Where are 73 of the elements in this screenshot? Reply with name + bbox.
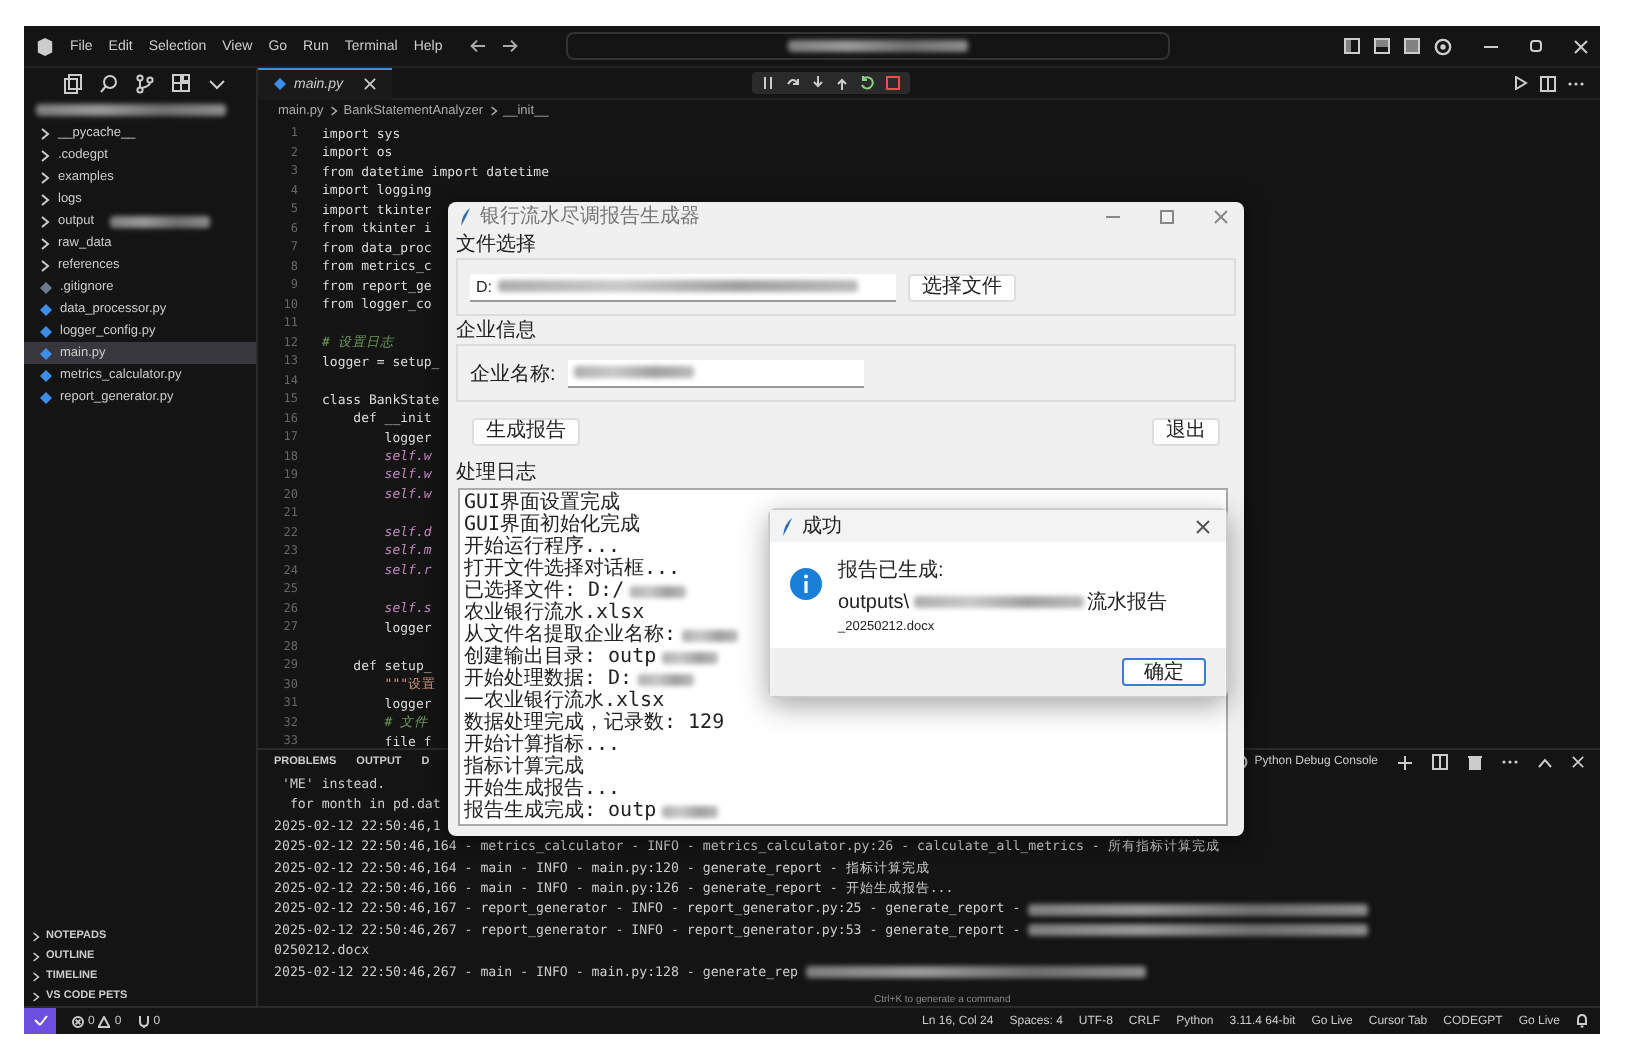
restore-icon[interactable]: [1530, 40, 1542, 52]
log-line: 开始生成报告...: [464, 778, 621, 800]
files-icon[interactable]: [64, 73, 82, 93]
generate-report-button[interactable]: 生成报告: [472, 418, 580, 446]
pause-icon[interactable]: [761, 76, 774, 90]
blurred-text: [662, 651, 719, 663]
log-line: 指标计算完成: [464, 756, 584, 778]
step-into-icon[interactable]: [811, 76, 824, 90]
log-line: 一农业银行流水.xlsx: [464, 690, 665, 712]
step-over-icon[interactable]: [785, 76, 800, 90]
log-line: 已选择文件: D:/: [464, 580, 625, 602]
restart-icon[interactable]: [859, 76, 874, 90]
remote-button[interactable]: [24, 1008, 56, 1034]
file-path-text: 流水报告: [1087, 589, 1168, 616]
chevron-right-icon: [489, 106, 497, 116]
split-editor-icon[interactable]: [1540, 75, 1556, 91]
log-line: 农业银行流水.xlsx: [464, 602, 645, 624]
ports-icon: [137, 1015, 150, 1027]
group-label: 处理日志: [456, 462, 536, 486]
group-label: 企业信息: [456, 320, 536, 344]
search-field[interactable]: [566, 32, 1171, 60]
chevron-up-icon[interactable]: [1538, 757, 1552, 768]
bell-icon[interactable]: [1576, 1014, 1588, 1028]
trash-icon[interactable]: [1468, 754, 1482, 771]
error-icon: [72, 1015, 84, 1027]
more-icon[interactable]: [1502, 760, 1518, 765]
run-icon[interactable]: [1514, 76, 1528, 90]
blurred-text: [662, 805, 719, 817]
step-out-icon[interactable]: [835, 76, 848, 90]
close-icon[interactable]: [1196, 519, 1210, 533]
chevron-right-icon: [329, 106, 338, 116]
feather-icon: [460, 207, 472, 225]
blurred-text: [638, 673, 695, 685]
choose-file-button[interactable]: 选择文件: [908, 273, 1016, 301]
warning-icon: [98, 1015, 111, 1027]
layout-icon[interactable]: [1344, 38, 1360, 54]
log-line: 打开文件选择对话框...: [464, 558, 681, 580]
log-line: 开始处理数据: D:: [464, 668, 633, 690]
python-file-icon: [274, 78, 286, 90]
log-line: GUI界面设置完成: [464, 492, 621, 514]
search-icon[interactable]: [100, 73, 118, 93]
log-line: GUI界面初始化完成: [464, 514, 641, 536]
feather-icon: [782, 517, 794, 535]
stop-icon[interactable]: [885, 76, 900, 90]
dialog-message: 报告已生成:: [838, 557, 944, 584]
ok-button[interactable]: 确定: [1122, 658, 1206, 686]
split-icon[interactable]: [1432, 754, 1448, 771]
forward-arrow-icon[interactable]: [502, 38, 519, 54]
dialog-title: 成功: [802, 513, 842, 540]
log-line: 数据处理完成，记录数: 129: [464, 712, 725, 734]
company-name-field[interactable]: [567, 359, 864, 387]
remote-icon: [33, 1014, 47, 1028]
back-arrow-icon[interactable]: [470, 38, 487, 54]
add-icon[interactable]: [1398, 755, 1412, 770]
settings-icon[interactable]: [1434, 37, 1452, 55]
app-logo-icon: [36, 37, 54, 55]
log-line: 从文件名提取企业名称:: [464, 624, 677, 646]
maximize-icon[interactable]: [1160, 209, 1174, 223]
log-line: 创建输出目录: outp: [464, 646, 657, 668]
info-icon: [790, 568, 822, 600]
group-label: 文件选择: [456, 234, 536, 258]
exit-button[interactable]: 退出: [1152, 418, 1220, 446]
file-path-text: outputs\: [838, 591, 910, 613]
file-path-field[interactable]: D:: [470, 273, 896, 301]
extensions-icon[interactable]: [172, 73, 190, 93]
field-label: 企业名称:: [470, 361, 556, 387]
blurred-text: [682, 629, 739, 641]
blurred-text: [630, 585, 687, 597]
branch-icon[interactable]: [136, 73, 154, 93]
window-title: 银行流水尽调报告生成器: [480, 203, 700, 230]
log-line: 开始计算指标...: [464, 734, 621, 756]
log-line: 报告生成完成: outp: [464, 800, 657, 822]
log-line: 开始运行程序...: [464, 536, 621, 558]
